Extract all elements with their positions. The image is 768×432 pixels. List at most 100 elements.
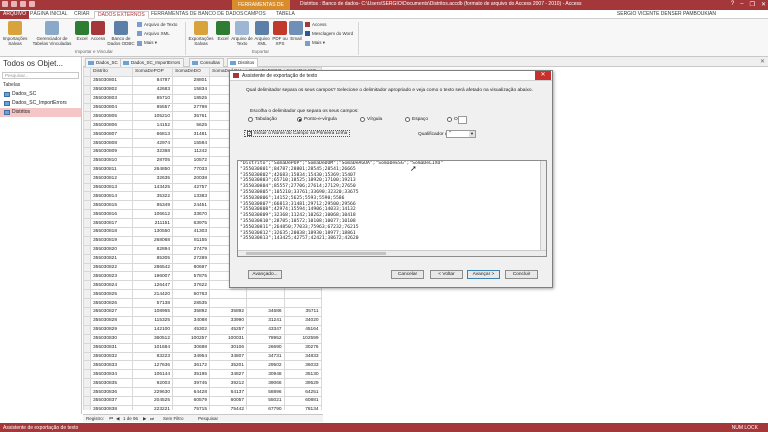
back-button[interactable]: < Voltar [430,270,463,279]
table-cell[interactable]: 36172 [172,360,210,371]
table-cell[interactable]: 355030836 [90,387,133,397]
minimize-icon[interactable]: – [740,1,743,8]
table-cell[interactable]: 81155 [172,235,210,246]
table-cell[interactable]: 355030801 [90,75,133,86]
nav-item-dados-sc-importerrors[interactable]: Dados_SC_ImportErrors [0,99,81,108]
table-cell[interactable]: 355030828 [90,315,133,326]
table-cell[interactable]: 5625 [172,120,210,131]
tab-pagina-inicial[interactable]: PÁGINA INICIAL [27,11,71,19]
nav-section-tables[interactable]: Tabelas [0,80,81,90]
table-cell[interactable]: 34827 [209,369,247,380]
table-cell[interactable]: 42683 [132,84,173,95]
table-cell[interactable]: 355030811 [90,164,133,175]
table-cell[interactable] [246,289,285,300]
table-cell[interactable] [283,298,322,309]
table-cell[interactable]: 35892 [172,307,210,317]
table-cell[interactable]: 35761 [172,111,210,122]
table-cell[interactable]: 355030807 [90,129,133,140]
row-selector[interactable] [83,387,91,397]
table-cell[interactable]: 355030837 [90,395,133,406]
tab-ferramentas-bd[interactable]: FERRAMENTAS DE BANCO DE DADOS [148,11,246,19]
undo-icon[interactable] [20,1,26,7]
doc-tab-importerrors[interactable]: Dados_SC_ImportErrors [120,58,185,67]
row-selector[interactable] [83,342,91,353]
table-cell[interactable]: 34833 [283,351,322,362]
text-qualifier-select[interactable]: " ▼ [446,130,476,138]
help-icon[interactable]: ? [731,1,734,8]
doc-tab-consultas[interactable]: Consultas [189,58,225,67]
table-cell[interactable]: 42974 [132,138,173,149]
table-cell[interactable]: 39745 [172,378,210,389]
table-cell[interactable]: 355030814 [90,191,133,202]
tab-tabela[interactable]: TABELA [273,11,298,19]
table-cell[interactable]: 75715 [172,404,210,410]
table-cell[interactable]: 355030838 [90,404,133,410]
export-email-button[interactable]: Email [289,21,303,41]
row-selector[interactable] [83,155,91,166]
table-row[interactable]: 355030836 229630 64428 64137 58896 64251 [83,387,322,397]
table-cell[interactable]: 142100 [132,324,173,335]
table-cell[interactable]: 32635 [132,173,173,184]
table-cell[interactable]: 355030813 [90,182,133,193]
row-selector[interactable] [83,84,91,95]
table-cell[interactable]: 27479 [172,244,210,255]
table-cell[interactable]: 36033 [283,360,322,371]
row-selector[interactable] [83,280,91,291]
table-cell[interactable]: 14152 [132,120,173,131]
table-cell[interactable]: 355030810 [90,155,133,166]
row-selector[interactable] [83,164,91,175]
export-text-file-button[interactable]: Arquivo de Texto [231,21,253,46]
table-cell[interactable]: 127636 [132,360,173,371]
table-cell[interactable]: 43347 [246,324,285,335]
row-selector[interactable] [83,209,91,220]
table-cell[interactable]: 26690 [246,342,285,353]
table-cell[interactable]: 42757 [172,182,210,193]
row-selector[interactable] [83,395,91,406]
table-cell[interactable]: 355030805 [90,111,133,122]
table-row[interactable]: 355030837 204525 60579 60057 55021 60881 [83,395,322,406]
table-cell[interactable]: 24451 [172,200,210,211]
tab-campos[interactable]: CAMPOS [241,11,269,19]
table-cell[interactable]: 108965 [132,307,173,317]
table-cell[interactable]: 30688 [172,342,210,353]
row-selector[interactable] [83,173,91,184]
table-cell[interactable]: 39529 [283,378,322,389]
prev-record-icon[interactable]: ◀ [116,416,119,422]
table-cell[interactable]: 37622 [172,280,210,291]
table-cell[interactable]: 31241 [246,315,285,326]
finish-button[interactable]: Concluir [505,270,538,279]
table-cell[interactable]: 28705 [132,155,173,166]
table-cell[interactable]: 27289 [172,253,210,264]
table-cell[interactable]: 30276 [283,342,322,353]
table-cell[interactable]: 33990 [209,315,247,326]
table-cell[interactable]: 102599 [283,333,322,344]
row-selector[interactable] [83,235,91,246]
table-cell[interactable]: 100257 [172,333,210,344]
table-cell[interactable]: 64251 [283,387,322,397]
export-more-button[interactable]: Mais ▾ [305,40,325,46]
table-cell[interactable]: 33670 [172,209,210,220]
table-cell[interactable]: 100031 [209,333,247,344]
table-cell[interactable]: 355030829 [90,324,133,335]
table-cell[interactable] [283,289,322,300]
record-position[interactable]: 1 de 96 [123,416,138,421]
table-cell[interactable]: 34954 [172,351,210,362]
table-cell[interactable]: 11242 [172,147,210,157]
table-cell[interactable]: 20038 [172,173,210,184]
table-cell[interactable]: 18525 [172,93,210,104]
export-access-button[interactable]: Access [305,22,327,27]
restore-icon[interactable]: ❐ [750,1,755,8]
table-cell[interactable]: 115325 [132,315,173,326]
table-cell[interactable]: 35195 [172,369,210,380]
table-cell[interactable]: 39066 [246,378,285,389]
table-cell[interactable]: 268068 [132,235,173,246]
table-cell[interactable]: 83223 [132,351,173,362]
row-selector[interactable] [83,102,91,113]
table-cell[interactable]: 204525 [132,395,173,406]
saved-imports-button[interactable]: Importações Salvas [1,21,29,46]
row-selector[interactable] [83,333,91,344]
table-cell[interactable]: 57875 [172,271,210,282]
table-cell[interactable]: 355030831 [90,342,133,353]
record-search[interactable]: Pesquisar [198,416,218,421]
table-cell[interactable]: 355030818 [90,227,133,237]
